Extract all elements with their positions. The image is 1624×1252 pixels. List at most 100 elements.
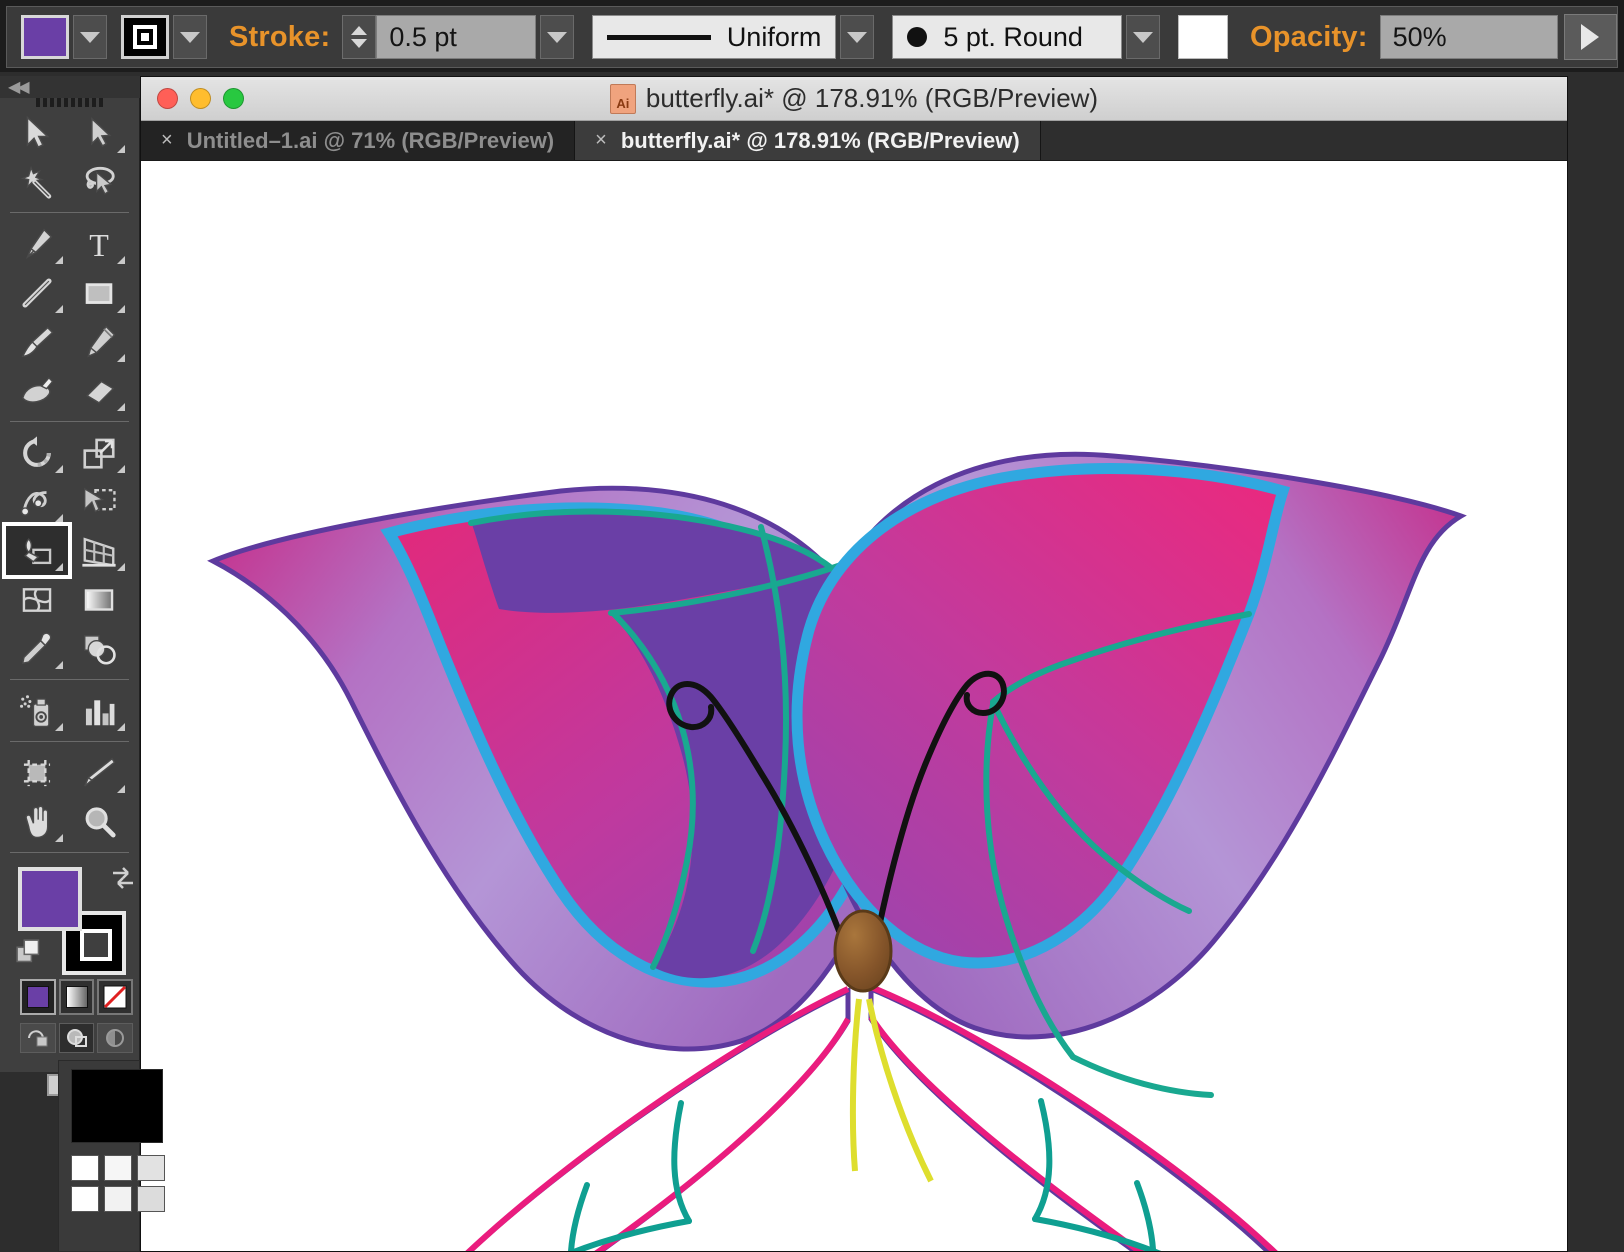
tool-group-indicator xyxy=(117,563,125,571)
fill-swatch-dropdown[interactable] xyxy=(73,15,107,59)
stroke-profile-dropdown[interactable] xyxy=(840,15,875,59)
color-mode-button[interactable] xyxy=(20,979,56,1015)
shape-builder-tool[interactable] xyxy=(2,522,72,579)
minimize-window-button[interactable] xyxy=(190,88,211,109)
free-transform-icon xyxy=(84,487,116,512)
active-color-preview[interactable] xyxy=(71,1069,163,1143)
artboard-tool[interactable] xyxy=(6,748,68,797)
chevron-down-icon xyxy=(1133,31,1154,43)
close-icon[interactable]: × xyxy=(161,129,173,152)
line-segment-tool[interactable] xyxy=(6,268,68,317)
type-tool[interactable]: T xyxy=(68,219,130,268)
swatch-5[interactable] xyxy=(104,1186,132,1212)
artboard-canvas[interactable] xyxy=(141,161,1567,1251)
eyedropper-tool[interactable] xyxy=(6,624,68,673)
brush-definition-dropdown[interactable] xyxy=(1126,15,1161,59)
butterfly-body[interactable] xyxy=(833,909,893,993)
collapse-left-icon: ◀◀ xyxy=(8,79,30,96)
tool-group-indicator xyxy=(55,834,63,842)
stroke-label[interactable]: Stroke: xyxy=(229,21,330,54)
swatch-1[interactable] xyxy=(71,1155,99,1181)
control-bar-more-button[interactable] xyxy=(1563,14,1617,60)
selection-tool[interactable] xyxy=(6,108,68,157)
stroke-profile-select[interactable]: Uniform xyxy=(592,15,837,59)
stroke-weight-dropdown[interactable] xyxy=(540,15,575,59)
brush-definition-value: 5 pt. Round xyxy=(943,21,1083,52)
tool-separator xyxy=(10,741,129,742)
opacity-preview-swatch[interactable] xyxy=(1178,15,1228,59)
draw-inside-icon xyxy=(106,1029,125,1047)
zoom-tool[interactable] xyxy=(68,797,130,846)
blob-brush-tool[interactable] xyxy=(6,366,68,415)
stepper-down-icon xyxy=(351,39,368,48)
tool-group-indicator xyxy=(55,256,63,264)
symbol-sprayer-tool[interactable] xyxy=(6,686,68,735)
stroke-profile-group: Uniform xyxy=(592,7,875,67)
color-panel[interactable] xyxy=(58,1060,165,1252)
magnifier-icon xyxy=(85,806,116,837)
fill-color-swatch[interactable] xyxy=(18,867,82,931)
brush-definition-select[interactable]: 5 pt. Round xyxy=(892,15,1123,59)
pen-tool[interactable] xyxy=(6,219,68,268)
pencil-tool[interactable] xyxy=(68,317,130,366)
rotate-tool[interactable] xyxy=(6,428,68,477)
swatch-4[interactable] xyxy=(71,1186,99,1212)
tool-group-indicator xyxy=(117,723,125,731)
tool-separator xyxy=(10,852,129,853)
rectangle-tool[interactable] xyxy=(68,268,130,317)
magic-wand-icon xyxy=(20,165,52,199)
swap-fill-stroke-icon[interactable] xyxy=(108,863,138,893)
paintbrush-tool[interactable] xyxy=(6,317,68,366)
paintbrush-icon xyxy=(21,326,54,357)
butterfly-illustration[interactable] xyxy=(141,161,1567,1251)
eraser-icon xyxy=(85,380,115,404)
lasso-tool[interactable] xyxy=(68,157,130,206)
opacity-label[interactable]: Opacity: xyxy=(1250,21,1368,54)
window-title-bar[interactable]: Ai butterfly.ai* @ 178.91% (RGB/Preview) xyxy=(141,77,1567,121)
direct-selection-tool[interactable] xyxy=(68,108,130,157)
perspective-grid-tool[interactable] xyxy=(68,526,130,575)
draw-normal-button[interactable] xyxy=(20,1023,56,1053)
opacity-input[interactable]: 50% xyxy=(1379,15,1558,59)
stroke-swatch[interactable] xyxy=(121,15,169,59)
collapse-panel-button[interactable]: ◀◀ xyxy=(0,76,140,98)
mesh-tool[interactable] xyxy=(6,575,68,624)
tab-untitled-1[interactable]: × Untitled–1.ai @ 71% (RGB/Preview) xyxy=(141,121,576,160)
blend-tool[interactable] xyxy=(68,624,130,673)
stroke-swatch-dropdown[interactable] xyxy=(173,15,207,59)
slice-tool[interactable] xyxy=(68,748,130,797)
draw-inside-button[interactable] xyxy=(97,1023,134,1053)
gradient-tool[interactable] xyxy=(68,575,130,624)
eraser-tool[interactable] xyxy=(68,366,130,415)
tool-group-indicator xyxy=(117,354,125,362)
gradient-icon xyxy=(84,588,114,611)
stroke-weight-stepper[interactable] xyxy=(342,15,377,59)
gradient-mode-button[interactable] xyxy=(58,979,95,1015)
stroke-swatch-group xyxy=(121,15,207,59)
stroke-weight-input[interactable]: 0.5 pt xyxy=(376,15,537,59)
close-window-button[interactable] xyxy=(157,88,178,109)
zoom-window-button[interactable] xyxy=(223,88,244,109)
magic-wand-tool[interactable] xyxy=(6,157,68,206)
draw-behind-button[interactable] xyxy=(58,1023,95,1053)
swatch-6[interactable] xyxy=(137,1186,165,1212)
swatch-3[interactable] xyxy=(137,1155,165,1181)
window-controls xyxy=(157,88,244,109)
right-lower-wing[interactable] xyxy=(868,984,1377,1251)
column-graph-tool[interactable] xyxy=(68,686,130,735)
default-fill-stroke-icon[interactable] xyxy=(16,939,42,965)
chevron-down-icon xyxy=(847,31,868,43)
draw-behind-icon xyxy=(66,1029,87,1047)
tools-panel: ◀◀ T xyxy=(0,76,140,1096)
tab-butterfly[interactable]: × butterfly.ai* @ 178.91% (RGB/Preview) xyxy=(575,121,1041,160)
hand-tool[interactable] xyxy=(6,797,68,846)
free-transform-tool[interactable] xyxy=(68,477,130,526)
width-tool[interactable] xyxy=(6,477,68,526)
scale-tool[interactable] xyxy=(68,428,130,477)
left-upper-wing[interactable] xyxy=(207,485,901,1052)
none-mode-button[interactable] xyxy=(97,979,134,1015)
swatch-2[interactable] xyxy=(104,1155,132,1181)
stroke-swatch-inner xyxy=(133,25,157,49)
fill-swatch[interactable] xyxy=(21,15,69,59)
close-icon[interactable]: × xyxy=(595,129,607,152)
